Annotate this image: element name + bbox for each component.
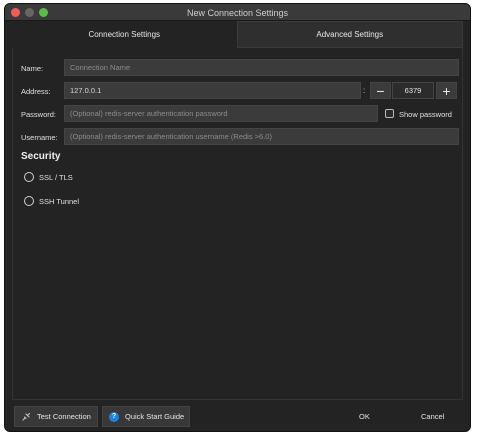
- test-connection-label: Test Connection: [37, 412, 91, 421]
- port-decrement-button[interactable]: −: [370, 82, 391, 99]
- ssl-tls-radio[interactable]: [24, 172, 34, 182]
- tab-connection-settings[interactable]: Connection Settings: [12, 21, 237, 48]
- address-port-separator: :: [363, 86, 366, 95]
- username-label: Username:: [21, 133, 58, 142]
- password-label: Password:: [21, 110, 57, 119]
- name-label: Name:: [21, 64, 44, 73]
- show-password-checkbox[interactable]: [385, 109, 394, 118]
- port-increment-button[interactable]: +: [436, 82, 457, 99]
- tab-advanced-settings[interactable]: Advanced Settings: [236, 21, 463, 48]
- cancel-button[interactable]: Cancel: [421, 412, 444, 421]
- plus-icon: +: [442, 82, 451, 99]
- window-title: New Connection Settings: [186, 8, 289, 18]
- connection-settings-panel: Name: Connection Name Address: 127.0.0.1…: [12, 48, 463, 400]
- help-icon: ?: [109, 411, 119, 422]
- address-input[interactable]: 127.0.0.1: [64, 82, 361, 99]
- password-input[interactable]: (Optional) redis-server authentication p…: [64, 105, 378, 122]
- name-input[interactable]: Connection Name: [64, 59, 459, 76]
- security-heading: Security: [21, 151, 61, 162]
- username-input[interactable]: (Optional) redis-server authentication u…: [64, 128, 459, 145]
- ok-button[interactable]: OK: [359, 412, 370, 421]
- title-bar: New Connection Settings: [5, 4, 470, 21]
- test-connection-button[interactable]: Test Connection: [14, 406, 98, 427]
- ssh-tunnel-radio[interactable]: [24, 196, 34, 206]
- minus-icon: −: [376, 82, 385, 99]
- show-password-label[interactable]: Show password: [399, 110, 452, 119]
- settings-tabs: Connection Settings Advanced Settings: [12, 21, 463, 48]
- quick-start-guide-label: Quick Start Guide: [125, 412, 185, 421]
- plug-icon: [21, 412, 31, 422]
- quick-start-guide-button[interactable]: ? Quick Start Guide: [102, 406, 190, 427]
- address-label: Address:: [21, 87, 51, 96]
- port-input[interactable]: 6379: [392, 82, 434, 99]
- ssh-tunnel-label[interactable]: SSH Tunnel: [39, 197, 79, 206]
- ssl-tls-label[interactable]: SSL / TLS: [39, 173, 73, 182]
